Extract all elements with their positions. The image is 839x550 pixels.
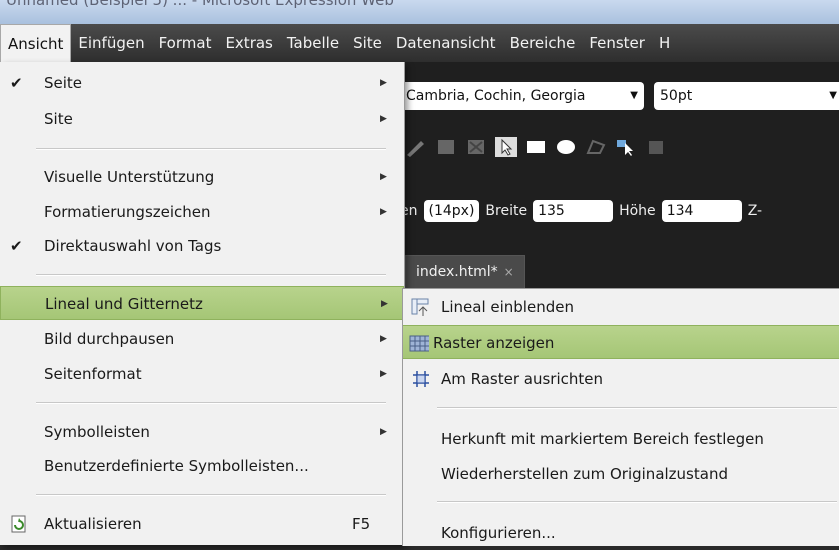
- submenu-arrow-icon: ▶: [380, 369, 387, 379]
- submenu-arrow-icon: ▶: [380, 427, 387, 437]
- delete-layer-icon[interactable]: [465, 137, 487, 157]
- menu-separator: [36, 274, 386, 276]
- shortcut-label: F5: [352, 515, 371, 533]
- window-title: Unnamed (Beispiel 5) ... - Microsoft Exp…: [6, 0, 394, 9]
- menu-item-site[interactable]: Site ▶: [0, 102, 404, 136]
- menu-bar: Ansicht Einfügen Format Extras Tabelle S…: [0, 24, 839, 62]
- font-family-combo[interactable]: Cambria, Cochin, Georgia ▼: [400, 82, 644, 110]
- menu-item-label: Symbolleisten: [44, 423, 150, 441]
- checkmark-icon: ✔: [10, 74, 23, 92]
- menu-item-symbolleisten[interactable]: Symbolleisten ▶: [0, 415, 404, 449]
- refresh-icon: [11, 515, 26, 533]
- menu-tabelle[interactable]: Tabelle: [280, 24, 346, 62]
- menu-item-direktauswahl[interactable]: ✔ Direktauswahl von Tags: [0, 229, 404, 263]
- pencil-icon[interactable]: [405, 137, 427, 157]
- submenu-item-herkunft-festlegen[interactable]: Herkunft mit markiertem Bereich festlege…: [403, 422, 839, 456]
- menu-separator: [437, 407, 837, 409]
- menu-fenster[interactable]: Fenster: [582, 24, 652, 62]
- tab-label: index.html*: [416, 264, 498, 280]
- submenu-item-wiederherstellen[interactable]: Wiederherstellen zum Originalzustand: [403, 457, 839, 491]
- menu-ansicht[interactable]: Ansicht: [0, 24, 72, 62]
- menu-format[interactable]: Format: [152, 24, 219, 62]
- menu-separator: [437, 501, 837, 503]
- height-field[interactable]: 134: [661, 200, 742, 222]
- menu-item-label: Benutzerdefinierte Symbolleisten...: [44, 457, 309, 475]
- menu-item-label: Seite: [44, 74, 83, 92]
- menu-extras[interactable]: Extras: [218, 24, 279, 62]
- submenu-arrow-icon: ▶: [380, 78, 387, 88]
- chevron-down-icon: ▼: [829, 90, 837, 101]
- submenu-item-label: Am Raster ausrichten: [441, 370, 604, 388]
- ruler-icon: [411, 298, 429, 316]
- menu-bereiche[interactable]: Bereiche: [503, 24, 583, 62]
- menu-item-aktualisieren[interactable]: Aktualisieren F5: [0, 507, 404, 541]
- menu-item-label: Direktauswahl von Tags: [44, 237, 222, 255]
- menu-item-label: Visuelle Unterstützung: [44, 168, 215, 186]
- width-field[interactable]: 135: [533, 200, 614, 222]
- menu-item-visuelle-unterstuetzung[interactable]: Visuelle Unterstützung ▶: [0, 160, 404, 194]
- title-bar: Unnamed (Beispiel 5) ... - Microsoft Exp…: [0, 0, 839, 24]
- menu-separator: [36, 402, 386, 404]
- submenu-arrow-icon: ▶: [380, 334, 387, 344]
- font-size-combo[interactable]: 50pt ▼: [654, 82, 839, 110]
- pointer-icon[interactable]: [495, 137, 517, 157]
- menu-item-label: Site: [44, 110, 73, 128]
- menu-einfuegen[interactable]: Einfügen: [71, 24, 151, 62]
- ellipse-icon[interactable]: [555, 137, 577, 157]
- menu-item-label: Bild durchpausen: [44, 330, 175, 348]
- menu-separator: [36, 148, 386, 150]
- properties-row: en (14px) Breite 135 Höhe 134 Z-: [400, 198, 762, 224]
- highlight-hotspots-icon[interactable]: [645, 137, 667, 157]
- submenu-arrow-icon: ▶: [380, 172, 387, 182]
- drawing-toolbar: [405, 132, 667, 162]
- font-size-value: 50pt: [660, 88, 693, 104]
- chevron-down-icon: ▼: [630, 90, 638, 101]
- hotspot-pointer-icon[interactable]: [615, 137, 637, 157]
- submenu-arrow-icon: ▶: [381, 299, 388, 309]
- submenu-item-am-raster-ausrichten[interactable]: Am Raster ausrichten: [403, 362, 839, 396]
- ansicht-menu: ✔ Seite ▶ Site ▶ Visuelle Unterstützung …: [0, 62, 405, 545]
- menu-item-lineal-gitternetz[interactable]: Lineal und Gitternetz ▶: [0, 286, 404, 320]
- layer-icon[interactable]: [435, 137, 457, 157]
- snap-to-grid-icon: [413, 371, 429, 387]
- grid-icon: [409, 335, 429, 352]
- submenu-item-raster-anzeigen[interactable]: Raster anzeigen: [403, 325, 839, 359]
- menu-item-label: Seitenformat: [44, 365, 142, 383]
- width-label: Breite: [485, 203, 528, 219]
- menu-item-label: Formatierungszeichen: [44, 203, 211, 221]
- menu-separator: [36, 494, 386, 496]
- font-family-value: Cambria, Cochin, Georgia: [406, 88, 586, 104]
- submenu-item-lineal-einblenden[interactable]: Lineal einblenden: [403, 290, 839, 324]
- submenu-item-label: Herkunft mit markiertem Bereich festlege…: [441, 430, 764, 448]
- rectangle-icon[interactable]: [525, 137, 547, 157]
- z-index-label: Z-: [747, 203, 763, 219]
- lineal-gitternetz-submenu: Lineal einblenden Raster anzeigen Am Ras…: [402, 288, 839, 546]
- submenu-arrow-icon: ▶: [380, 114, 387, 124]
- submenu-arrow-icon: ▶: [380, 207, 387, 217]
- menu-hilfe[interactable]: H: [652, 24, 677, 62]
- submenu-item-label: Wiederherstellen zum Originalzustand: [441, 465, 728, 483]
- close-icon[interactable]: ×: [504, 265, 514, 279]
- height-label: Höhe: [619, 203, 656, 219]
- checkmark-icon: ✔: [10, 237, 23, 255]
- submenu-item-label: Raster anzeigen: [433, 334, 555, 352]
- font-size-px-field[interactable]: (14px): [423, 200, 480, 222]
- polygon-icon[interactable]: [585, 137, 607, 157]
- document-tab[interactable]: index.html* ×: [405, 255, 525, 289]
- menu-item-label: Aktualisieren: [44, 515, 142, 533]
- menu-item-bild-durchpausen[interactable]: Bild durchpausen ▶: [0, 322, 404, 356]
- menu-item-formatierungszeichen[interactable]: Formatierungszeichen ▶: [0, 195, 404, 229]
- menu-item-seitenformat[interactable]: Seitenformat ▶: [0, 357, 404, 391]
- submenu-item-label: Lineal einblenden: [441, 298, 574, 316]
- menu-site[interactable]: Site: [346, 24, 389, 62]
- menu-item-seite[interactable]: ✔ Seite ▶: [0, 66, 404, 100]
- menu-datenansicht[interactable]: Datenansicht: [389, 24, 503, 62]
- menu-item-benutzerdefinierte-symbolleisten[interactable]: Benutzerdefinierte Symbolleisten...: [0, 449, 404, 483]
- menu-item-label: Lineal und Gitternetz: [45, 295, 203, 313]
